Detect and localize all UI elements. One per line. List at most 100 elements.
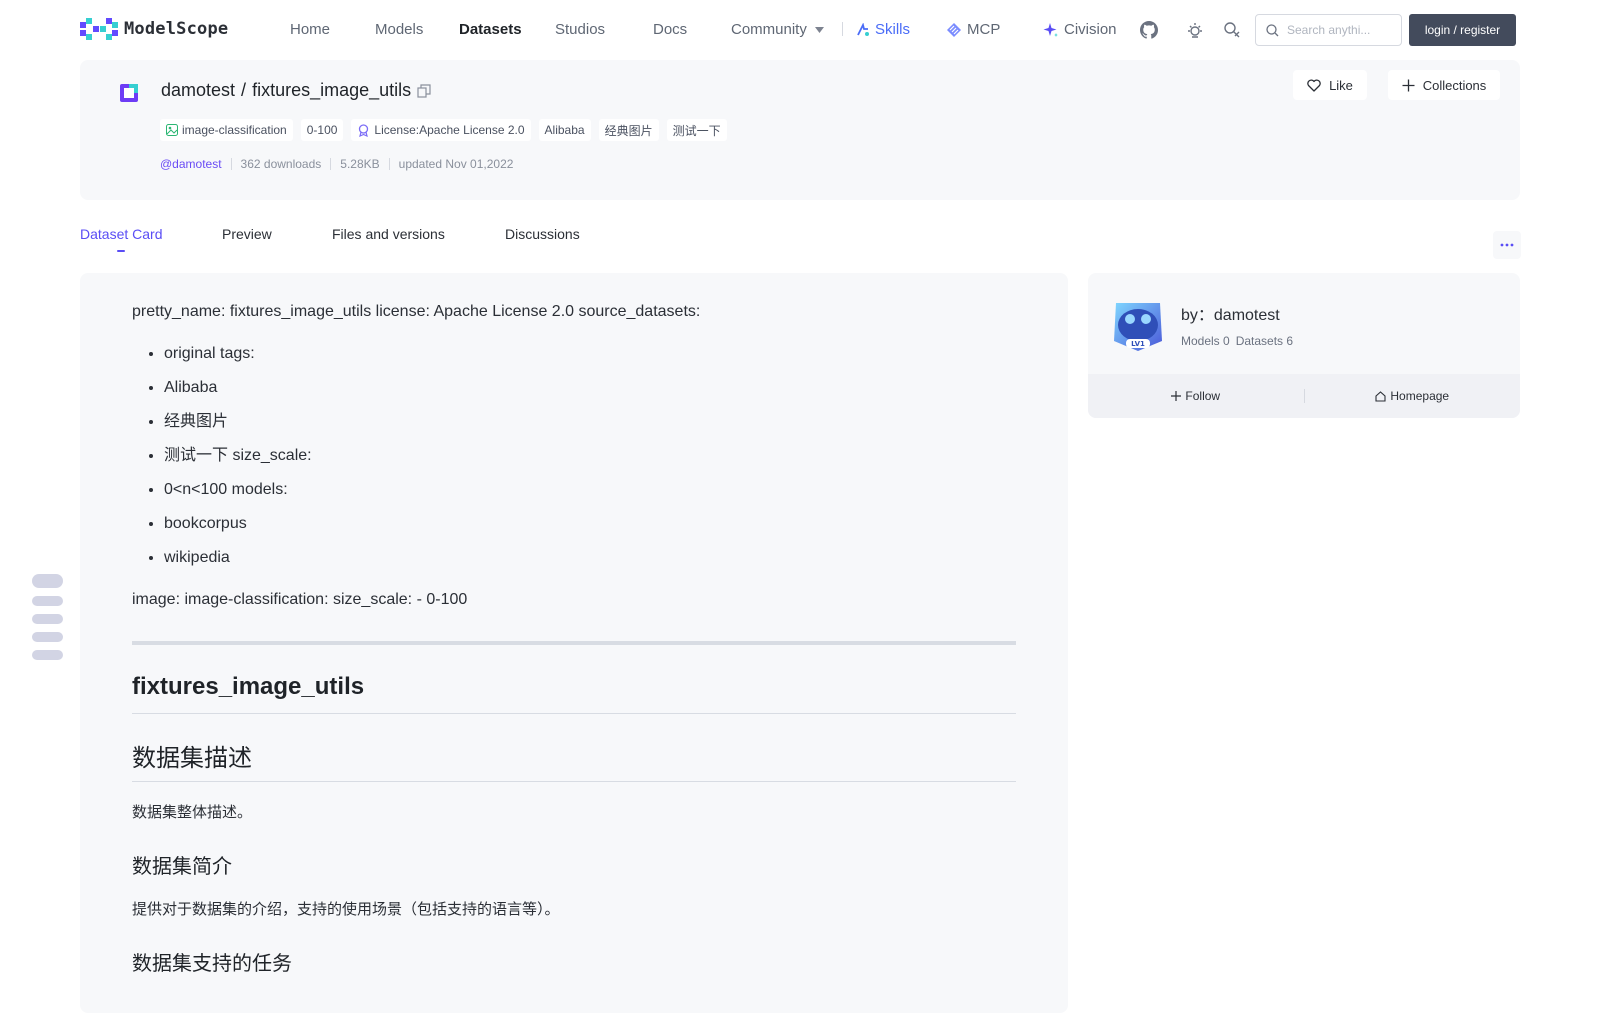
meta-divider [230,158,232,170]
copy-icon[interactable] [417,83,431,98]
card-heading-3: 数据集支持的任务 [132,953,292,975]
tag-list: original tags: Alibaba 经典图片 测试一下 size_sc… [132,343,1016,569]
homepage-button[interactable]: Homepage [1305,389,1521,403]
dataset-title: damotest / fixtures_image_utils [161,80,431,101]
list-item: wikipedia [164,547,1016,569]
list-item: 0<n<100 models: [164,479,1016,501]
title-separator: / [241,80,247,100]
nav-home[interactable]: Home [290,21,330,38]
github-icon[interactable] [1139,20,1159,40]
tab-discussions[interactable]: Discussions [505,226,580,242]
like-label: Like [1329,77,1353,93]
follow-button[interactable]: Follow [1088,389,1304,403]
follow-label: Follow [1185,389,1221,403]
list-item: 经典图片 [164,411,1016,433]
plus-icon [1402,79,1415,91]
tag-license[interactable]: License:Apache License 2.0 [351,119,531,141]
datasets-count[interactable]: Datasets 6 [1236,334,1293,348]
paragraph: 数据集整体描述。 [132,804,253,821]
top-navbar: ModelScope Home Models Datasets Studios … [0,0,1600,58]
horizontal-rule [132,641,1016,645]
toc-line [32,632,63,642]
nav-civision[interactable]: Civision [1043,21,1117,38]
author-link[interactable]: @damotest [160,157,222,171]
tag-label: 0-100 [306,123,338,137]
meta-divider [330,158,332,170]
tag-task[interactable]: image-classification [160,119,293,141]
more-options-button[interactable] [1493,231,1521,259]
nav-skills-label: Skills [875,21,911,38]
toc-line [32,596,63,606]
dataset-tags: image-classification 0-100 License:Apach… [160,119,727,141]
nav-models[interactable]: Models [375,21,423,38]
plus-icon [1171,391,1182,401]
login-register-button[interactable]: login / register [1409,14,1516,46]
nav-studios[interactable]: Studios [555,21,605,38]
list-item: original tags: [164,343,1016,365]
search-input[interactable] [1287,23,1392,37]
updated-date: updated Nov 01,2022 [398,157,514,171]
tag-custom[interactable]: 测试一下 [666,119,727,141]
heart-icon [1307,78,1321,92]
level-badge: LV1 [1131,340,1145,348]
list-item: bookcorpus [164,513,1016,535]
list-item: Alibaba [164,377,1016,399]
skills-icon [857,22,869,36]
nav-civision-label: Civision [1064,21,1117,38]
nav-divider [842,22,843,36]
dataset-card-content: pretty_name: fixtures_image_utils licens… [80,273,1068,1013]
nav-community[interactable]: Community [731,21,824,38]
sparkle-icon [1043,22,1058,37]
table-of-contents-toggle[interactable] [32,574,63,660]
author-name[interactable]: by：damotest [1181,301,1280,325]
license-icon [359,123,369,137]
nav-mcp[interactable]: MCP [946,21,1000,38]
image-icon [166,124,178,136]
tag-label: 测试一下 [672,123,721,138]
search-icon [1266,23,1279,36]
models-count[interactable]: Models 0 [1181,334,1230,348]
dataset-owner[interactable]: damotest [161,80,235,101]
markdown-body: pretty_name: fixtures_image_utils licens… [132,301,1016,976]
nav-datasets[interactable]: Datasets [459,21,522,38]
list-item: 测试一下 size_scale: [164,445,1016,467]
avatar[interactable]: LV1 [1110,295,1166,353]
like-button[interactable]: Like [1293,70,1367,100]
tag-label: Alibaba [544,123,585,137]
nav-docs[interactable]: Docs [653,21,687,38]
download-count: 362 downloads [240,157,322,171]
nav-community-label: Community [731,21,807,38]
front-matter-text: pretty_name: fixtures_image_utils licens… [132,303,701,320]
meta-divider [388,158,390,170]
logo[interactable]: ModelScope [80,18,228,40]
search-box[interactable] [1255,14,1402,46]
theme-sun-icon[interactable] [1185,20,1205,40]
collections-label: Collections [1422,77,1487,93]
tag-custom[interactable]: 经典图片 [598,119,659,141]
tab-dataset-card[interactable]: Dataset Card [80,226,162,242]
dataset-size: 5.28KB [340,157,380,171]
caret-down-icon [814,26,824,33]
language-icon[interactable] [1222,20,1242,40]
logo-text: ModelScope [124,19,229,39]
collections-button[interactable]: Collections [1388,70,1500,100]
tab-preview[interactable]: Preview [222,226,272,242]
card-heading-3: 数据集简介 [132,856,232,878]
home-icon [1375,390,1386,402]
tag-label: 经典图片 [604,123,653,138]
tag-org[interactable]: Alibaba [538,119,591,141]
homepage-label: Homepage [1390,389,1450,403]
toc-line [32,614,63,624]
tag-size[interactable]: 0-100 [300,119,344,141]
author-card: LV1 by：damotest Models 0 Datasets 6 Foll… [1088,273,1520,418]
dataset-icon [120,84,138,102]
card-heading-2: 数据集描述 [132,738,1016,782]
author-stats: Models 0 Datasets 6 [1181,334,1293,348]
tab-files-and-versions[interactable]: Files and versions [332,226,445,242]
card-heading-1: fixtures_image_utils [132,673,1016,714]
tag-label: image-classification [182,123,287,137]
front-matter-text: image: image-classification: size_scale:… [132,591,468,608]
toc-line [32,650,63,660]
dataset-name: fixtures_image_utils [252,80,412,100]
nav-skills[interactable]: Skills [856,21,910,38]
